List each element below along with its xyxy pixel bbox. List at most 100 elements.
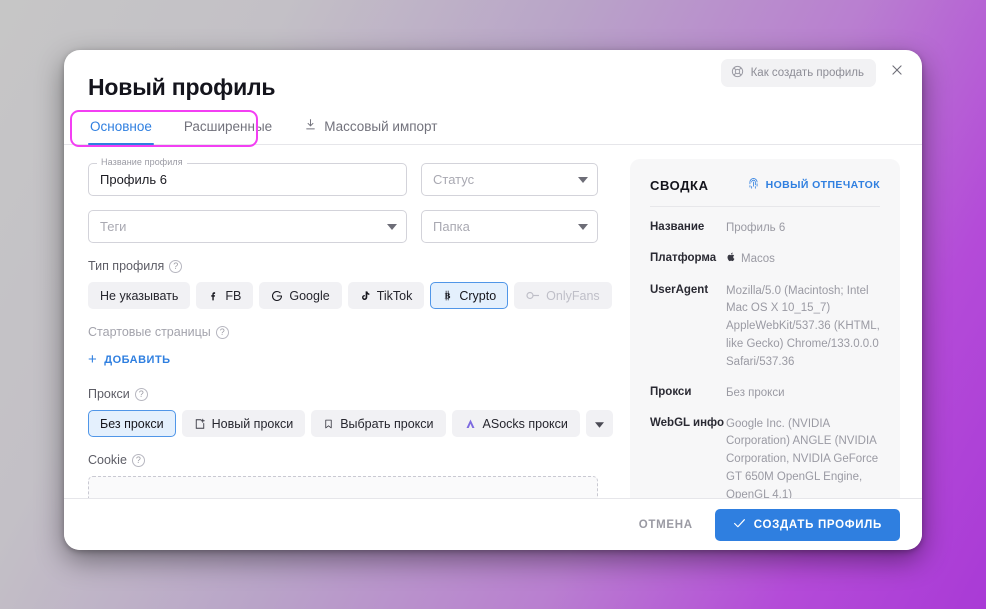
plus-icon: + (88, 351, 98, 368)
tab-bulk-import-label: Массовый импорт (324, 118, 438, 134)
bitcoin-icon: B (442, 289, 453, 302)
status-select[interactable] (421, 163, 598, 196)
profile-type-tiktok[interactable]: TikTok (347, 282, 425, 309)
profile-type-label-text: Тип профиля (88, 259, 165, 273)
new-fingerprint-button[interactable]: НОВЫЙ ОТПЕЧАТОК (747, 177, 880, 193)
summary-value: Google Inc. (NVIDIA Corporation) ANGLE (… (726, 417, 879, 499)
summary-key: UserAgent (650, 283, 709, 296)
summary-value-platform: Macos (726, 251, 880, 270)
help-button-label: Как создать профиль (750, 67, 864, 79)
tab-bulk-import[interactable]: Массовый импорт (302, 114, 439, 144)
summary-header: СВОДКА НОВЫЙ ОТПЕЧАТОК (650, 177, 880, 207)
cookie-dropzone[interactable] (88, 476, 598, 498)
proxy-none-label: Без прокси (100, 416, 164, 431)
proxy-asocks-label: ASocks прокси (482, 416, 568, 431)
folder-select[interactable] (421, 210, 598, 243)
close-icon (890, 63, 904, 80)
profile-name-input[interactable] (88, 163, 407, 196)
cancel-button[interactable]: ОТМЕНА (633, 511, 699, 539)
summary-row: Название Профиль 6 (650, 220, 880, 238)
profile-type-none-label: Не указывать (100, 288, 179, 303)
asocks-icon (464, 418, 477, 430)
proxy-new[interactable]: Новый прокси (181, 410, 306, 437)
summary-card: СВОДКА НОВЫЙ ОТПЕЧАТОК Название Профиль … (630, 159, 900, 498)
tags-select[interactable] (88, 210, 407, 243)
tab-advanced-label: Расширенные (183, 119, 273, 134)
profile-type-options: Не указывать FB Google TikTok B Crypto O… (88, 282, 612, 309)
start-pages-label: Стартовые страницы ? (88, 325, 598, 339)
help-icon[interactable]: ? (215, 325, 229, 339)
summary-value: Профиль 6 (726, 222, 786, 234)
help-icon[interactable]: ? (131, 453, 145, 467)
proxy-label-text: Прокси (88, 387, 130, 401)
tab-bar: Основное Расширенные Массовый импорт (64, 110, 922, 147)
dialog-footer: ОТМЕНА СОЗДАТЬ ПРОФИЛЬ (64, 498, 922, 550)
profile-type-crypto-label: Crypto (459, 288, 497, 303)
apple-icon (726, 251, 736, 270)
google-icon (271, 290, 283, 302)
summary-key: Прокси (650, 385, 692, 398)
onlyfans-icon (526, 290, 540, 301)
create-profile-label: СОЗДАТЬ ПРОФИЛЬ (753, 518, 882, 531)
close-dialog-button[interactable] (886, 60, 908, 82)
summary-key: Платформа (650, 251, 717, 264)
summary-row: UserAgent Mozilla/5.0 (Macintosh; Intel … (650, 283, 880, 372)
summary-row: WebGL инфо Google Inc. (NVIDIA Corporati… (650, 416, 880, 499)
tags-folder-row (88, 210, 598, 243)
summary-rows: Название Профиль 6 Платформа Macos UserA… (650, 207, 880, 498)
profile-type-onlyfans: OnlyFans (514, 282, 612, 309)
profile-name-legend: Название профиля (97, 157, 187, 167)
summary-key: WebGL инфо (650, 416, 724, 429)
status-field-wrap (421, 163, 598, 196)
proxy-options: Без прокси Новый прокси Выбрать прокси A… (88, 410, 613, 437)
new-proxy-icon (194, 418, 206, 430)
download-icon (304, 118, 317, 134)
tab-advanced[interactable]: Расширенные (182, 115, 274, 144)
profile-type-none[interactable]: Не указывать (88, 282, 191, 309)
profile-form: Название профиля Профиль 6 Статус Теги П… (64, 145, 622, 498)
help-icon[interactable]: ? (169, 259, 183, 273)
tags-field-wrap (88, 210, 407, 243)
add-start-page-button[interactable]: + ДОБАВИТЬ (88, 348, 171, 371)
summary-column: СВОДКА НОВЫЙ ОТПЕЧАТОК Название Профиль … (622, 145, 922, 498)
platform-label: Macos (741, 253, 775, 266)
cookie-label: Cookie ? (88, 453, 598, 467)
new-profile-dialog: Как создать профиль Новый профиль Основн… (64, 50, 922, 550)
tab-basic-label: Основное (90, 119, 152, 134)
fingerprint-icon (747, 177, 760, 193)
profile-type-google[interactable]: Google (259, 282, 342, 309)
check-icon (733, 518, 746, 532)
proxy-asocks[interactable]: ASocks прокси (451, 410, 580, 437)
proxy-select-label: Выбрать прокси (340, 416, 434, 431)
proxy-asocks-dropdown[interactable] (585, 410, 613, 437)
tab-basic[interactable]: Основное (88, 115, 154, 145)
chevron-down-icon (594, 417, 604, 431)
profile-type-fb[interactable]: FB (196, 282, 254, 309)
create-profile-button[interactable]: СОЗДАТЬ ПРОФИЛЬ (714, 508, 900, 541)
profile-type-tiktok-label: TikTok (376, 288, 413, 303)
profile-type-fb-label: FB (225, 288, 242, 303)
proxy-select[interactable]: Выбрать прокси (311, 410, 446, 437)
cookie-label-text: Cookie (88, 453, 127, 467)
proxy-none[interactable]: Без прокси (88, 410, 176, 437)
folder-field-wrap (421, 210, 598, 243)
summary-row: Прокси Без прокси (650, 385, 880, 403)
profile-name-field-wrap: Название профиля (88, 157, 407, 196)
proxy-new-label: Новый прокси (211, 416, 294, 431)
summary-value: Без прокси (726, 386, 785, 399)
svg-text:B: B (445, 291, 451, 301)
proxy-label: Прокси ? (88, 387, 598, 401)
how-to-create-profile-button[interactable]: Как создать профиль (720, 59, 876, 87)
summary-title: СВОДКА (650, 177, 709, 193)
profile-type-crypto[interactable]: B Crypto (430, 282, 509, 309)
lifebuoy-icon (731, 65, 744, 81)
tiktok-icon (360, 289, 371, 302)
summary-row: Платформа Macos (650, 251, 880, 270)
profile-type-label: Тип профиля ? (88, 259, 598, 273)
bookmark-icon (323, 418, 334, 430)
dialog-header: Как создать профиль Новый профиль Основн… (64, 50, 922, 147)
name-status-row: Название профиля (88, 157, 598, 196)
add-start-page-label: ДОБАВИТЬ (104, 353, 171, 366)
help-icon[interactable]: ? (134, 387, 148, 401)
new-fingerprint-label: НОВЫЙ ОТПЕЧАТОК (765, 179, 880, 191)
